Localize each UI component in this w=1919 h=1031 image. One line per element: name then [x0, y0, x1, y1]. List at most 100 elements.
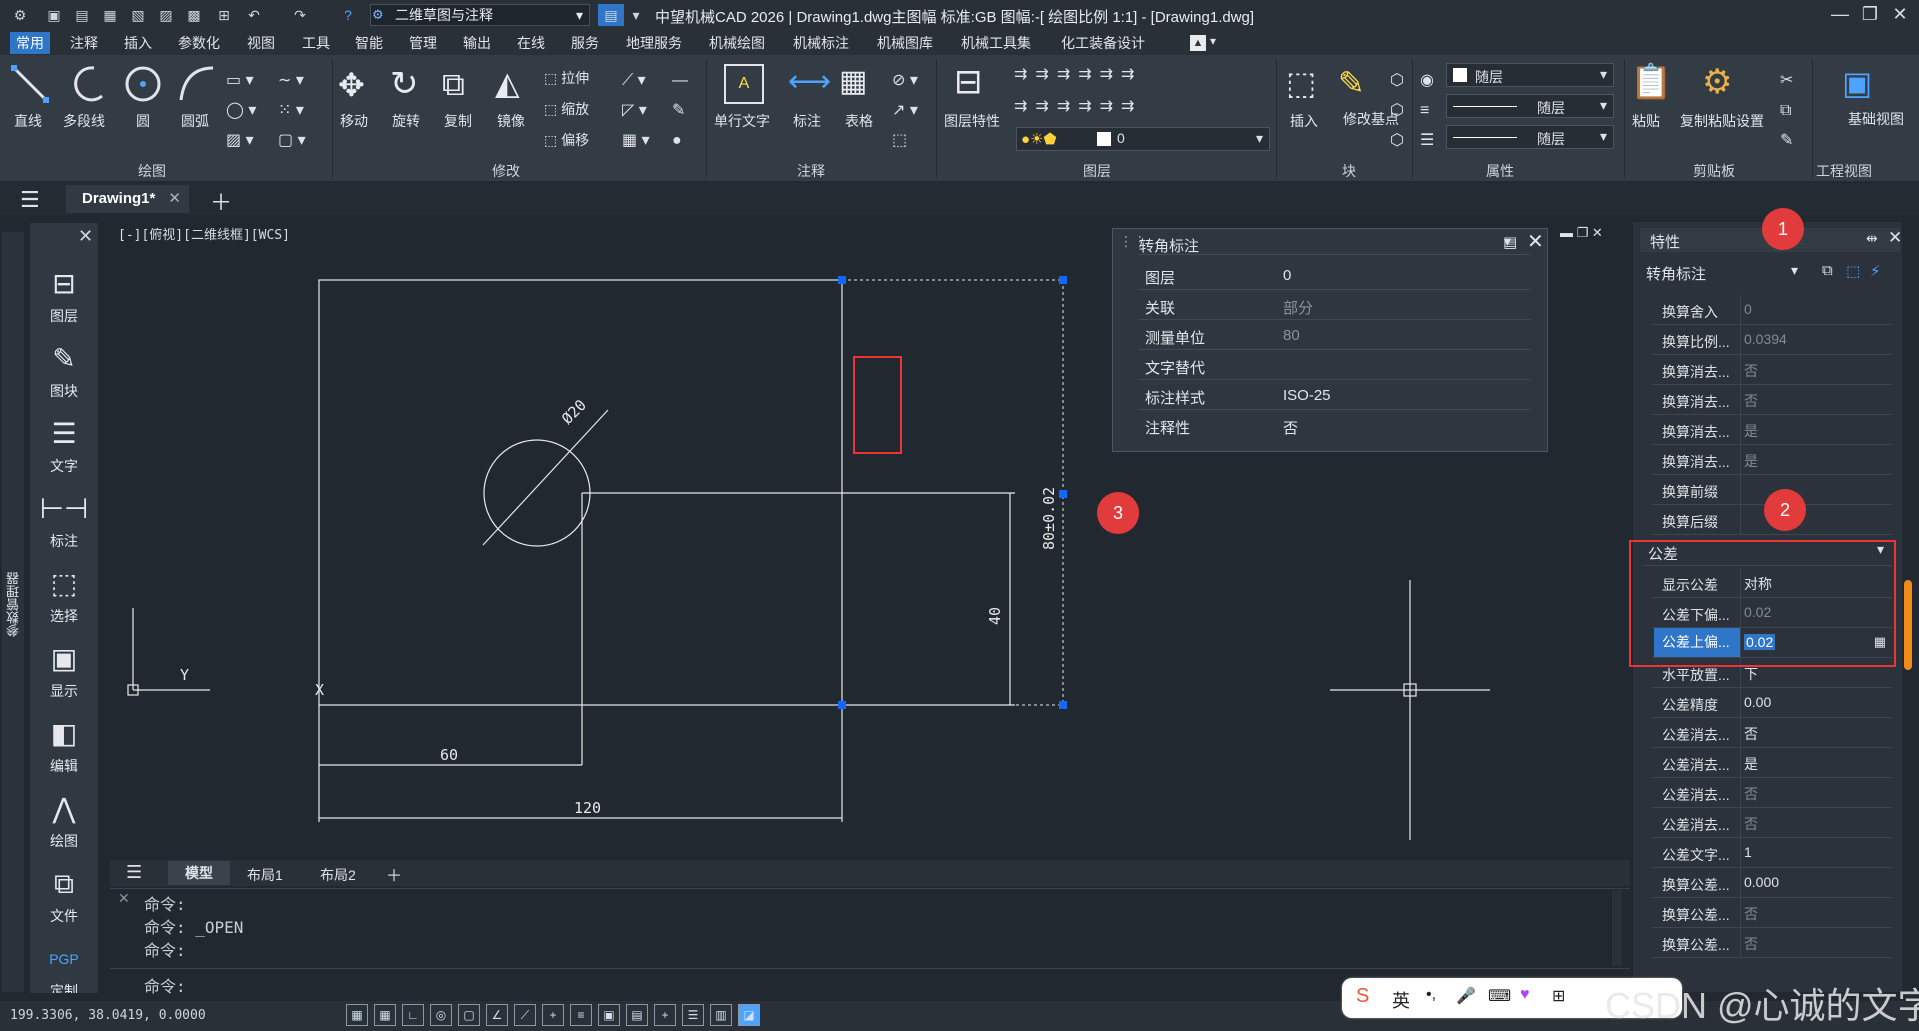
copy-icon[interactable]: ⧉: [442, 66, 465, 104]
tab-online[interactable]: 在线: [517, 33, 545, 53]
print-icon[interactable]: ▨: [156, 5, 176, 25]
tab-view[interactable]: 视图: [247, 33, 275, 53]
quick-select-icon[interactable]: ⚡: [1870, 262, 1881, 280]
properties-small-icons[interactable]: ◉ ≡ ☰: [1420, 66, 1434, 156]
group-block[interactable]: 块: [1342, 161, 1356, 181]
panel-display[interactable]: ▣ 显示: [36, 637, 92, 709]
panel-block[interactable]: ✎ 图块: [36, 337, 92, 409]
add-layout-icon[interactable]: ＋: [386, 862, 402, 886]
offset-button[interactable]: ⬚ 偏移: [544, 130, 589, 150]
grid-icon[interactable]: ▦: [346, 1004, 368, 1026]
tab-tools[interactable]: 工具: [302, 33, 330, 53]
modify-base-icon[interactable]: ✎: [1338, 64, 1365, 102]
close-icon[interactable]: ✕: [118, 890, 130, 907]
stretch-button[interactable]: ⬚ 拉伸: [544, 68, 589, 88]
panel-layer[interactable]: ⊟ 图层: [36, 262, 92, 334]
linetype-dropdown[interactable]: 随层 ▾: [1446, 94, 1614, 118]
undo-icon[interactable]: ↶: [244, 5, 264, 25]
tpy-icon[interactable]: ▣: [598, 1004, 620, 1026]
select-objects-icon[interactable]: ⬚: [1846, 262, 1860, 280]
punctuation-icon[interactable]: •,: [1426, 986, 1436, 1004]
prop-row[interactable]: 换算比例... 0.0394: [1652, 325, 1892, 355]
tab-annotate[interactable]: 注释: [70, 33, 98, 53]
close-button[interactable]: ✕: [1880, 2, 1919, 28]
toggle-pickadd-icon[interactable]: ⧉: [1822, 262, 1833, 279]
skin-icon[interactable]: ♥: [1520, 986, 1530, 1004]
dyn-icon[interactable]: +: [542, 1004, 564, 1026]
clipboard-small-tools[interactable]: ✂ ⧉ ✎: [1780, 66, 1793, 156]
draw-small-tools[interactable]: ▭ ▾ ◯ ▾ ▨ ▾: [226, 66, 256, 156]
move-icon[interactable]: ✥: [338, 66, 365, 104]
tab-layout1[interactable]: 布局1: [247, 865, 283, 885]
mirror-icon[interactable]: ◭: [495, 64, 520, 102]
tab-insert[interactable]: 插入: [124, 33, 152, 53]
group-properties[interactable]: 属性: [1486, 161, 1514, 181]
color-dropdown[interactable]: 随层 ▾: [1446, 63, 1614, 87]
prop-row[interactable]: 换算公差... 否: [1652, 898, 1892, 928]
coordinates-readout[interactable]: 199.3306, 38.0419, 0.0000: [10, 1008, 206, 1023]
workspace-select[interactable]: 二维草图与注释 ▾: [370, 4, 590, 26]
tab-mech-dim[interactable]: 机械标注: [793, 33, 849, 53]
apps-icon[interactable]: ⊞: [1552, 986, 1565, 1006]
redo-icon[interactable]: ↷: [290, 5, 310, 25]
help-icon[interactable]: ?: [338, 5, 358, 25]
snap-icon[interactable]: ▦: [374, 1004, 396, 1026]
menu-icon[interactable]: ☰: [20, 187, 40, 213]
prop-row[interactable]: 公差精度 0.00: [1652, 688, 1892, 718]
base-view-icon[interactable]: ▣: [1842, 64, 1872, 102]
qp-row[interactable]: 注释性 否: [1139, 411, 1531, 440]
preview-icon[interactable]: ⊞: [214, 5, 234, 25]
prop-row[interactable]: 换算消去... 是: [1652, 415, 1892, 445]
properties-scrollbar[interactable]: [1904, 580, 1912, 670]
group-draw[interactable]: 绘图: [138, 161, 166, 181]
panel-file[interactable]: ⧉ 文件: [36, 862, 92, 934]
tab-layout2[interactable]: 布局2: [320, 865, 356, 885]
prop-row[interactable]: 公差消去... 是: [1652, 748, 1892, 778]
new-file-icon[interactable]: ▣: [44, 5, 64, 25]
tab-mech-tools[interactable]: 机械工具集: [961, 33, 1031, 53]
save-icon[interactable]: ▦: [100, 5, 120, 25]
circle-tool[interactable]: [121, 62, 165, 106]
prop-row[interactable]: 公差文字... 1: [1652, 838, 1892, 868]
tab-mech-draw[interactable]: 机械绘图: [709, 33, 765, 53]
panel-draw[interactable]: ⋀ 绘图: [36, 787, 92, 859]
mic-icon[interactable]: 🎤: [1456, 986, 1476, 1006]
command-scrollbar[interactable]: [1612, 890, 1622, 966]
save-as-icon[interactable]: ▧: [128, 5, 148, 25]
line-tool[interactable]: [8, 62, 52, 106]
prop-row[interactable]: 换算公差... 否: [1652, 928, 1892, 958]
ribbon-toggle-icon[interactable]: ▲: [1190, 35, 1206, 51]
qp-row[interactable]: 测量单位 80: [1139, 321, 1531, 350]
insert-block-icon[interactable]: ⬚: [1286, 64, 1316, 102]
clean-screen-icon[interactable]: ◪: [738, 1004, 760, 1026]
document-tab[interactable]: Drawing1* ✕: [66, 185, 189, 213]
ui-icon[interactable]: ▥: [710, 1004, 732, 1026]
annotate-small-tools[interactable]: ⊘ ▾ ↗ ▾ ⬚: [892, 66, 918, 156]
group-modify[interactable]: 修改: [492, 161, 520, 181]
plot-icon[interactable]: ▩: [184, 5, 204, 25]
prop-row[interactable]: 公差消去... 否: [1652, 778, 1892, 808]
tab-manage[interactable]: 管理: [409, 33, 437, 53]
panel-custom[interactable]: PGP 定制: [36, 937, 92, 993]
close-icon[interactable]: ✕: [168, 185, 181, 213]
qp-row[interactable]: 文字替代: [1139, 351, 1531, 380]
command-input[interactable]: 命令:: [144, 973, 186, 997]
qp-row[interactable]: 关联 部分: [1139, 291, 1531, 320]
dimension-icon[interactable]: ⟷: [788, 64, 831, 99]
panel-dim[interactable]: ⊢⊣ 标注: [36, 487, 92, 559]
group-layers[interactable]: 图层: [1083, 161, 1111, 181]
close-icon[interactable]: ✕: [1888, 228, 1902, 248]
sc-icon[interactable]: +: [654, 1004, 676, 1026]
qp-row[interactable]: 标注样式 ISO-25: [1139, 381, 1531, 410]
layer-dropdown[interactable]: ●☀⬟ 0 ▾: [1016, 127, 1270, 151]
layer-tools-row2[interactable]: ⇉⇉⇉⇉⇉⇉: [1014, 96, 1142, 116]
modify-small-tools[interactable]: ⟋ ▾ ◸ ▾ ▦ ▾: [622, 66, 650, 156]
layer-tools-row1[interactable]: ⇉⇉⇉⇉⇉⇉: [1014, 64, 1142, 84]
auto-hide-icon[interactable]: ⇹: [1866, 230, 1878, 247]
polyline-tool[interactable]: [64, 62, 108, 106]
qp-object-select[interactable]: 转角标注 ▾: [1139, 233, 1531, 255]
am-icon[interactable]: ☰: [682, 1004, 704, 1026]
prop-row[interactable]: 换算消去... 是: [1652, 445, 1892, 475]
prop-row[interactable]: 换算消去... 否: [1652, 355, 1892, 385]
modify-small-tools-2[interactable]: — ✎ ●: [672, 66, 688, 156]
